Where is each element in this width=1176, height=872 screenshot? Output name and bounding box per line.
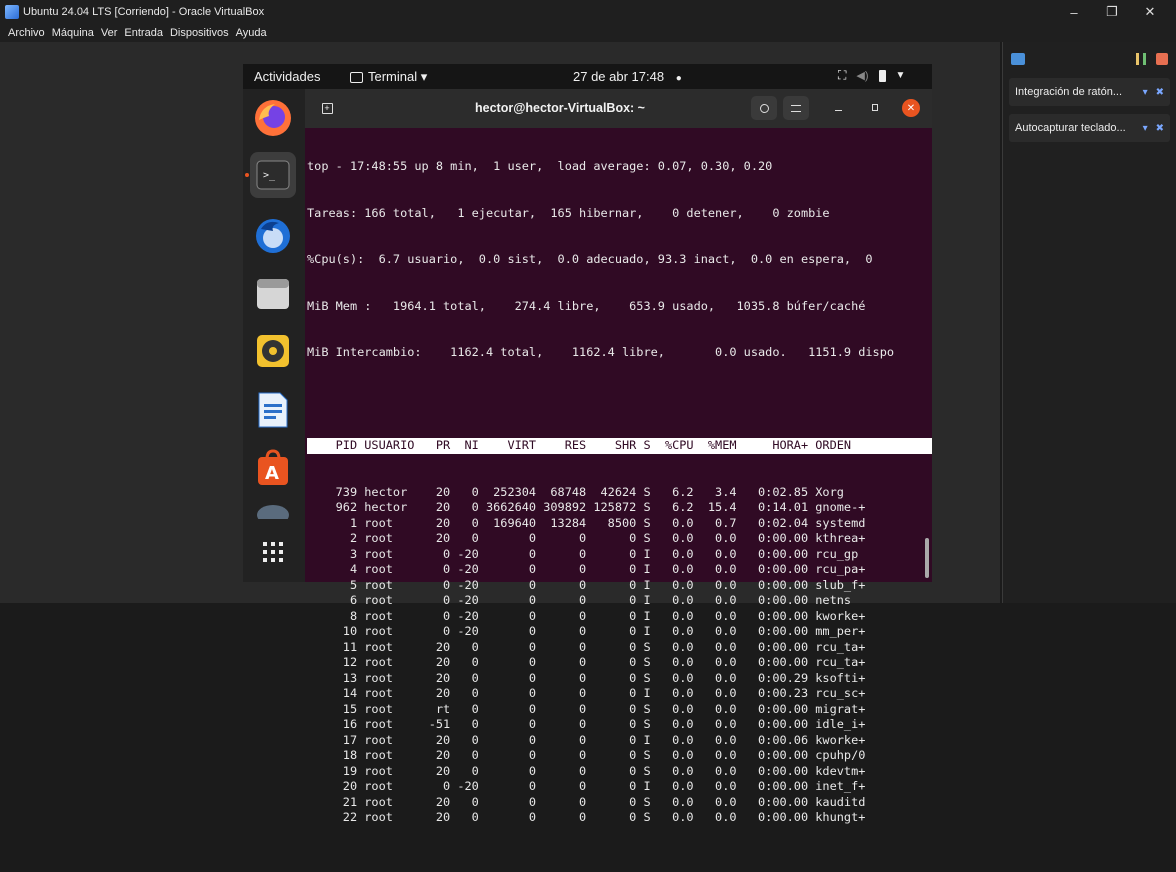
process-row: 1 root 20 0 169640 13284 8500 S 0.0 0.7 …	[307, 515, 866, 530]
files-icon[interactable]	[250, 271, 296, 317]
terminal-app-menu[interactable]: Terminal ▾	[350, 69, 427, 85]
terminal-output[interactable]: top - 17:48:55 up 8 min, 1 user, load av…	[305, 128, 932, 824]
sort-icon[interactable]	[1136, 53, 1146, 65]
clear-all-icon[interactable]	[1156, 53, 1168, 65]
process-row: 2 root 20 0 0 0 0 S 0.0 0.0 0:00.00 kthr…	[307, 531, 866, 545]
menu-ayuda[interactable]: Ayuda	[236, 27, 267, 39]
system-status-area[interactable]: ⛶ ◀) ▼	[838, 68, 905, 83]
svg-text:>_: >_	[263, 170, 276, 181]
process-row: 22 root 20 0 0 0 0 S 0.0 0.0 0:00.00 khu…	[307, 810, 866, 824]
thunderbird-icon[interactable]	[250, 212, 296, 258]
terminal-window[interactable]: + hector@hector-VirtualBox: ~ ✕ top - 17…	[305, 89, 932, 824]
top-uptime-line: top - 17:48:55 up 8 min, 1 user, load av…	[307, 159, 773, 173]
terminal-close-button[interactable]: ✕	[902, 99, 920, 117]
menu-archivo[interactable]: Archivo	[8, 27, 45, 39]
top-cpu-line: %Cpu(s): 6.7 usuario, 0.0 sist, 0.0 adec…	[307, 252, 873, 266]
terminal-headerbar: + hector@hector-VirtualBox: ~ ✕	[305, 89, 932, 128]
app-grid-icon[interactable]	[250, 529, 296, 575]
message-icon[interactable]	[1011, 53, 1025, 65]
active-app-indicator	[245, 173, 249, 177]
disc-icon[interactable]	[250, 497, 296, 519]
virtualbox-icon	[5, 5, 19, 19]
clock-label: 27 de abr 17:48	[573, 69, 665, 84]
top-tasks-line: Tareas: 166 total, 1 ejecutar, 165 hiber…	[307, 205, 830, 220]
top-mem-line: MiB Mem : 1964.1 total, 274.4 libre, 653…	[307, 298, 866, 313]
menu-dispositivos[interactable]: Dispositivos	[170, 27, 229, 39]
volume-icon: ◀)	[856, 70, 869, 82]
firefox-icon[interactable]	[250, 95, 296, 141]
activities-button[interactable]: Actividades	[254, 69, 320, 84]
search-button[interactable]	[751, 96, 777, 120]
process-row: 15 root rt 0 0 0 0 S 0.0 0.0 0:00.00 mig…	[307, 701, 866, 716]
maximize-button[interactable]: ❐	[1094, 0, 1130, 24]
process-row: 18 root 20 0 0 0 0 S 0.0 0.0 0:00.00 cpu…	[307, 748, 866, 762]
process-row: 16 root -51 0 0 0 0 S 0.0 0.0 0:00.00 id…	[307, 717, 866, 731]
close-icon: ✕	[906, 102, 916, 114]
process-row: 17 root 20 0 0 0 0 I 0.0 0.0 0:00.06 kwo…	[307, 732, 866, 747]
menu-ver[interactable]: Ver	[101, 27, 118, 39]
minimize-button[interactable]: –	[1056, 0, 1092, 24]
window-titlebar: Ubuntu 24.04 LTS [Corriendo] - Oracle Vi…	[0, 0, 1176, 24]
process-row: 3 root 0 -20 0 0 0 I 0.0 0.0 0:00.00 rcu…	[307, 546, 859, 561]
notification-label: Autocapturar teclado...	[1015, 122, 1126, 134]
menu-button[interactable]	[783, 96, 809, 120]
process-row: 21 root 20 0 0 0 0 S 0.0 0.0 0:00.00 kau…	[307, 794, 866, 809]
terminal-maximize-button[interactable]	[868, 101, 882, 115]
window-title: Ubuntu 24.04 LTS [Corriendo] - Oracle Vi…	[23, 6, 265, 18]
close-icon[interactable]: ✖	[1156, 123, 1164, 134]
process-row: 6 root 0 -20 0 0 0 I 0.0 0.0 0:00.00 net…	[307, 593, 852, 607]
menubar: Archivo Máquina Ver Entrada Dispositivos…	[0, 24, 1176, 42]
terminal-minimize-button[interactable]	[832, 101, 846, 115]
terminal-icon[interactable]: >_	[250, 152, 296, 198]
process-row: 14 root 20 0 0 0 0 I 0.0 0.0 0:00.23 rcu…	[307, 686, 866, 700]
process-row: 12 root 20 0 0 0 0 S 0.0 0.0 0:00.00 rcu…	[307, 655, 866, 669]
gnome-topbar: Actividades Terminal ▾ 27 de abr 17:48 ●…	[243, 64, 932, 89]
process-row: 8 root 0 -20 0 0 0 I 0.0 0.0 0:00.00 kwo…	[307, 608, 866, 623]
search-icon	[759, 103, 769, 113]
notification-panel: Integración de ratón... ▾ ✖ Autocapturar …	[1002, 42, 1176, 603]
close-button[interactable]: ✕	[1132, 0, 1168, 24]
terminal-scrollbar[interactable]	[925, 538, 929, 578]
top-swap-line: MiB Intercambio: 1162.4 total, 1162.4 li…	[307, 345, 895, 359]
process-row: 19 root 20 0 0 0 0 S 0.0 0.0 0:00.00 kde…	[307, 763, 866, 778]
clock[interactable]: 27 de abr 17:48 ●	[573, 69, 682, 84]
process-row: 962 hector 20 0 3662640 309892 125872 S …	[307, 500, 866, 514]
notification-toolbar	[1003, 42, 1176, 76]
network-icon: ⛶	[838, 68, 847, 82]
process-table-header: PID USUARIO PR NI VIRT RES SHR S %CPU %M…	[307, 438, 932, 454]
battery-icon	[878, 69, 886, 82]
app-center-icon[interactable]: A	[250, 445, 296, 491]
terminal-title: hector@hector-VirtualBox: ~	[475, 101, 645, 115]
process-row: 20 root 0 -20 0 0 0 I 0.0 0.0 0:00.00 in…	[307, 779, 866, 793]
chevron-down-icon: ▼	[895, 70, 906, 81]
menu-entrada[interactable]: Entrada	[124, 27, 163, 39]
app-menu-label: Terminal ▾	[368, 69, 428, 84]
close-icon[interactable]: ✖	[1156, 87, 1164, 98]
hamburger-icon	[791, 104, 801, 112]
process-row: 13 root 20 0 0 0 0 S 0.0 0.0 0:00.29 kso…	[307, 670, 866, 685]
notification-keyboard-capture[interactable]: Autocapturar teclado... ▾ ✖	[1009, 114, 1170, 142]
dock: >_ A	[243, 89, 305, 582]
notification-dot: ●	[675, 73, 682, 84]
notification-label: Integración de ratón...	[1015, 86, 1123, 98]
ubuntu-desktop: Actividades Terminal ▾ 27 de abr 17:48 ●…	[243, 64, 932, 824]
process-row: 10 root 0 -20 0 0 0 I 0.0 0.0 0:00.00 mm…	[307, 624, 866, 638]
notification-mouse-integration[interactable]: Integración de ratón... ▾ ✖	[1009, 78, 1170, 106]
writer-icon[interactable]	[250, 387, 296, 433]
menu-maquina[interactable]: Máquina	[52, 27, 94, 39]
process-table: 739 hector 20 0 252304 68748 42624 S 6.2…	[307, 485, 932, 826]
process-row: 739 hector 20 0 252304 68748 42624 S 6.2…	[307, 484, 844, 499]
svg-text:A: A	[265, 463, 279, 484]
restore-icon	[872, 104, 878, 111]
process-row: 11 root 20 0 0 0 0 S 0.0 0.0 0:00.00 rcu…	[307, 639, 866, 654]
process-row: 5 root 0 -20 0 0 0 I 0.0 0.0 0:00.00 slu…	[307, 577, 866, 592]
info-icon[interactable]: ▾	[1143, 123, 1148, 134]
info-icon[interactable]: ▾	[1143, 87, 1148, 98]
process-row: 4 root 0 -20 0 0 0 I 0.0 0.0 0:00.00 rcu…	[307, 562, 866, 576]
rhythmbox-icon[interactable]	[250, 328, 296, 374]
terminal-small-icon	[350, 71, 363, 83]
minimize-icon	[835, 110, 842, 111]
